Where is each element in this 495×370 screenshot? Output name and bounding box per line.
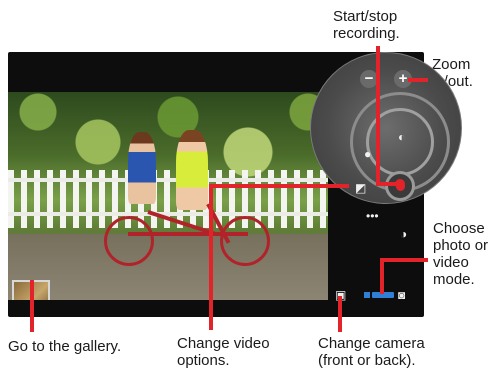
bike-wheel-back [104,216,154,266]
callout-change-camera: Change camera (front or back). [318,335,425,369]
exposure-icon[interactable]: ◑ [400,228,407,240]
pointer-zoom [408,78,428,82]
pointer-video-options [209,184,213,330]
rider-back [128,132,156,204]
pointer-start-stop [376,46,380,186]
more-options-icon[interactable]: ••• [366,210,379,222]
callout-start-stop: Start/stop recording. [333,8,400,42]
camera-icon[interactable]: ◙ [398,289,405,301]
pointer-change-camera [338,296,342,332]
pointer-video-options [209,184,349,188]
viewfinder-fence-rail [8,178,328,182]
pointer-choose-mode [380,258,428,262]
effects-icon[interactable]: ● [364,148,371,160]
pointer-gallery [30,280,34,332]
viewfinder [8,92,328,300]
rider-front [176,130,208,210]
viewfinder-fence-rail [8,212,328,216]
flash-icon[interactable]: ◐ [398,131,405,143]
callout-gallery: Go to the gallery. [8,338,122,355]
settings-icon[interactable]: ◩ [355,182,366,194]
callout-choose-mode: Choose photo or video mode. [433,220,489,288]
bike-frame [128,232,248,236]
pointer-choose-mode [380,258,384,294]
pointer-start-stop-dot [395,179,405,189]
video-mode-indicator [364,292,370,298]
viewfinder-road [8,234,328,300]
callout-video-options: Change video options. [177,335,270,369]
